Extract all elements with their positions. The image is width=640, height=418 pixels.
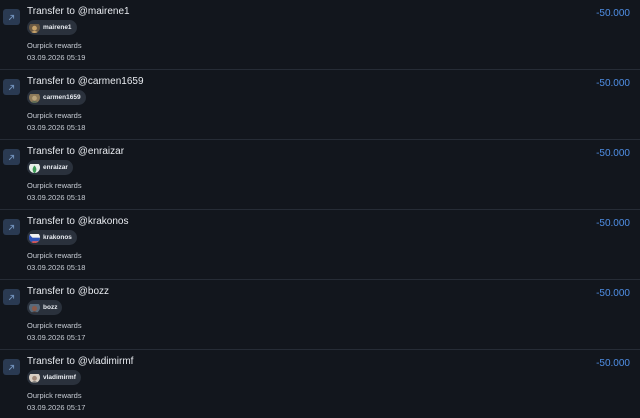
transaction-row[interactable]: Transfer to @vladimirmf vladimirmf Ourpi… <box>0 350 640 418</box>
transaction-date: 03.09.2026 05:17 <box>27 403 86 412</box>
transaction-title: Transfer to @vladimirmf <box>27 356 134 367</box>
transaction-amount: -50.000 <box>596 148 630 159</box>
transaction-amount: -50.000 <box>596 8 630 19</box>
transaction-row[interactable]: Transfer to @krakonos krakonos Ourpick r… <box>0 210 640 280</box>
arrow-up-right-icon <box>3 149 20 165</box>
user-avatar <box>29 372 40 383</box>
arrow-up-right-icon <box>3 9 20 25</box>
user-avatar <box>29 302 40 313</box>
transaction-date: 03.09.2026 05:17 <box>27 333 86 342</box>
user-avatar <box>29 92 40 103</box>
transaction-note: Ourpick rewards <box>27 181 82 190</box>
transaction-amount: -50.000 <box>596 358 630 369</box>
transaction-row[interactable]: Transfer to @mairene1 mairene1 Ourpick r… <box>0 0 640 70</box>
user-chip-name: vladimirmf <box>43 374 76 381</box>
transaction-note: Ourpick rewards <box>27 391 82 400</box>
user-avatar <box>29 232 40 243</box>
transaction-note: Ourpick rewards <box>27 111 82 120</box>
transaction-date: 03.09.2026 05:18 <box>27 123 86 132</box>
transaction-row[interactable]: Transfer to @carmen1659 carmen1659 Ourpi… <box>0 70 640 140</box>
arrow-up-right-icon <box>3 289 20 305</box>
user-chip[interactable]: krakonos <box>27 230 77 245</box>
transaction-note: Ourpick rewards <box>27 251 82 260</box>
user-chip-name: mairene1 <box>43 24 72 31</box>
transaction-title: Transfer to @bozz <box>27 286 110 297</box>
transaction-title: Transfer to @enraizar <box>27 146 125 157</box>
user-chip-name: krakonos <box>43 234 72 241</box>
transaction-title: Transfer to @mairene1 <box>27 6 130 17</box>
user-chip[interactable]: enraizar <box>27 160 73 175</box>
transaction-title: Transfer to @carmen1659 <box>27 76 144 87</box>
user-avatar <box>29 162 40 173</box>
transaction-amount: -50.000 <box>596 218 630 229</box>
transaction-row[interactable]: Transfer to @enraizar enraizar Ourpick r… <box>0 140 640 210</box>
user-chip[interactable]: mairene1 <box>27 20 77 35</box>
arrow-up-right-icon <box>3 359 20 375</box>
user-chip-name: carmen1659 <box>43 94 81 101</box>
transaction-title: Transfer to @krakonos <box>27 216 129 227</box>
transaction-amount: -50.000 <box>596 288 630 299</box>
transaction-amount: -50.000 <box>596 78 630 89</box>
user-chip-name: bozz <box>43 304 58 311</box>
transaction-list: Transfer to @mairene1 mairene1 Ourpick r… <box>0 0 640 418</box>
transaction-date: 03.09.2026 05:18 <box>27 263 86 272</box>
transaction-note: Ourpick rewards <box>27 41 82 50</box>
user-chip[interactable]: carmen1659 <box>27 90 86 105</box>
arrow-up-right-icon <box>3 219 20 235</box>
user-avatar <box>29 22 40 33</box>
transaction-note: Ourpick rewards <box>27 321 82 330</box>
transaction-date: 03.09.2026 05:19 <box>27 53 86 62</box>
transaction-date: 03.09.2026 05:18 <box>27 193 86 202</box>
transaction-row[interactable]: Transfer to @bozz bozz Ourpick rewards 0… <box>0 280 640 350</box>
user-chip[interactable]: bozz <box>27 300 63 315</box>
user-chip-name: enraizar <box>43 164 68 171</box>
arrow-up-right-icon <box>3 79 20 95</box>
user-chip[interactable]: vladimirmf <box>27 370 81 385</box>
